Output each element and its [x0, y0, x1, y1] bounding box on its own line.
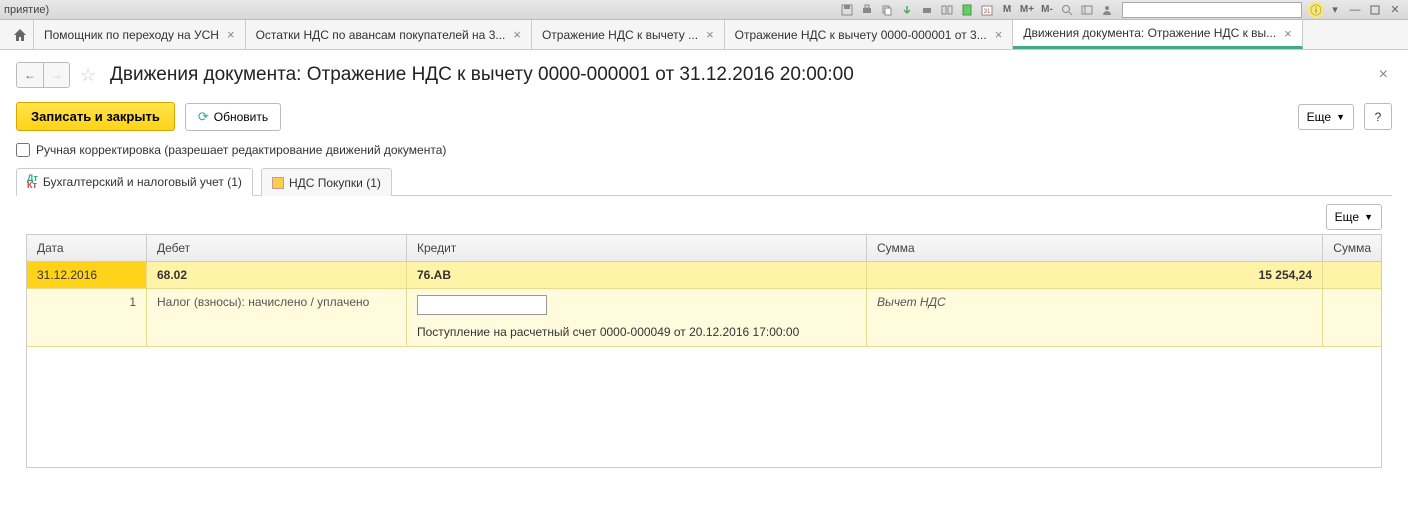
table-more-button[interactable]: Еще▼: [1326, 204, 1382, 230]
tab-usn[interactable]: Помощник по переходу на УСН×: [34, 20, 246, 49]
tab-nds-balances[interactable]: Остатки НДС по авансам покупателей на 3.…: [246, 20, 532, 49]
subtabs: ДтКт Бухгалтерский и налоговый учет (1) …: [16, 167, 1392, 196]
close-icon[interactable]: ×: [227, 27, 235, 42]
dtkt-icon: ДтКт: [27, 175, 38, 189]
more-button[interactable]: Еще▼: [1298, 104, 1354, 130]
cell-credit-desc: Поступление на расчетный счет 0000-00004…: [407, 289, 867, 346]
manual-edit-row: Ручная корректировка (разрешает редактир…: [16, 143, 1392, 157]
subtab-vat[interactable]: НДС Покупки (1): [261, 168, 392, 196]
chevron-down-icon: ▼: [1364, 212, 1373, 222]
cell-rownum: 1: [27, 289, 147, 346]
compare-icon[interactable]: [938, 2, 956, 18]
favorite-icon[interactable]: ☆: [80, 65, 100, 85]
close-icon[interactable]: ×: [1284, 26, 1292, 41]
minimize-icon[interactable]: —: [1346, 2, 1364, 18]
col-sum2[interactable]: Сумма: [1323, 235, 1381, 261]
col-credit[interactable]: Кредит: [407, 235, 867, 261]
save-icon[interactable]: [838, 2, 856, 18]
calc-icon[interactable]: [958, 2, 976, 18]
table-row[interactable]: 1 Налог (взносы): начислено / уплачено П…: [27, 289, 1381, 347]
page-close-button[interactable]: ×: [1379, 66, 1388, 84]
m-icon[interactable]: M: [998, 2, 1016, 18]
cell-date: 31.12.2016: [27, 262, 147, 288]
cell-debit-desc: Налог (взносы): начислено / уплачено: [147, 289, 407, 346]
tab-doc-movements[interactable]: Движения документа: Отражение НДС к вы..…: [1013, 20, 1302, 49]
document-icon: [272, 177, 284, 189]
cell-sum-desc: Вычет НДС: [867, 289, 1323, 346]
manual-edit-label: Ручная корректировка (разрешает редактир…: [36, 143, 446, 157]
tabbar: Помощник по переходу на УСН× Остатки НДС…: [0, 20, 1408, 50]
close-icon[interactable]: ×: [513, 27, 521, 42]
mplus-icon[interactable]: M+: [1018, 2, 1036, 18]
copy-icon[interactable]: [878, 2, 896, 18]
down-icon[interactable]: [898, 2, 916, 18]
content-area: ← → ☆ Движения документа: Отражение НДС …: [0, 50, 1408, 480]
header-row: ← → ☆ Движения документа: Отражение НДС …: [16, 62, 1392, 88]
col-sum[interactable]: Сумма: [867, 235, 1323, 261]
maximize-icon[interactable]: [1366, 2, 1384, 18]
manual-edit-checkbox[interactable]: [16, 143, 30, 157]
svg-text:31: 31: [984, 9, 991, 15]
subtab-accounting[interactable]: ДтКт Бухгалтерский и налоговый учет (1): [16, 168, 253, 196]
dropdown-icon[interactable]: ▾: [1326, 2, 1344, 18]
accounting-grid: Дата Дебет Кредит Сумма Сумма 31.12.2016…: [26, 234, 1382, 468]
print-icon[interactable]: [858, 2, 876, 18]
grid-empty-area: [27, 347, 1381, 467]
col-debit[interactable]: Дебет: [147, 235, 407, 261]
action-bar: Записать и закрыть ⟳Обновить Еще▼ ?: [16, 102, 1392, 131]
forward-button[interactable]: →: [43, 63, 69, 87]
panel-icon[interactable]: [1078, 2, 1096, 18]
cell-credit: 76.АВ: [407, 262, 867, 288]
close-icon[interactable]: ×: [995, 27, 1003, 42]
cell-sum2: [1323, 289, 1381, 346]
refresh-button[interactable]: ⟳Обновить: [185, 103, 281, 131]
tab-nds-deduct-doc[interactable]: Отражение НДС к вычету 0000-000001 от 3.…: [725, 20, 1014, 49]
save-close-button[interactable]: Записать и закрыть: [16, 102, 175, 131]
table-row[interactable]: 31.12.2016 68.02 76.АВ 15 254,24: [27, 262, 1381, 289]
tab-nds-deduct[interactable]: Отражение НДС к вычету ...×: [532, 20, 725, 49]
mminus-icon[interactable]: M-: [1038, 2, 1056, 18]
titlebar-search[interactable]: [1122, 2, 1302, 18]
chevron-down-icon: ▼: [1336, 112, 1345, 122]
col-date[interactable]: Дата: [27, 235, 147, 261]
table-tools: Еще▼: [16, 204, 1392, 230]
home-tab[interactable]: [6, 20, 34, 49]
info-icon[interactable]: ⓘ: [1308, 2, 1324, 18]
titlebar-icons: 31 M M+ M- ⓘ ▾ — ✕: [838, 2, 1404, 18]
page-title: Движения документа: Отражение НДС к выче…: [110, 64, 1369, 86]
nav-buttons: ← →: [16, 62, 70, 88]
credit-edit-field[interactable]: [417, 295, 547, 315]
cell-sum: 15 254,24: [867, 262, 1323, 288]
grid-header: Дата Дебет Кредит Сумма Сумма: [27, 235, 1381, 262]
cell-sum2: [1323, 262, 1381, 288]
back-button[interactable]: ←: [17, 63, 43, 87]
print2-icon[interactable]: [918, 2, 936, 18]
user-icon[interactable]: [1098, 2, 1116, 18]
refresh-icon: ⟳: [198, 109, 209, 125]
window-title: приятие): [4, 4, 838, 16]
zoom-icon[interactable]: [1058, 2, 1076, 18]
help-button[interactable]: ?: [1364, 103, 1392, 130]
titlebar: приятие) 31 M M+ M- ⓘ ▾ — ✕: [0, 0, 1408, 20]
close-icon[interactable]: ×: [706, 27, 714, 42]
close-icon[interactable]: ✕: [1386, 2, 1404, 18]
calendar-icon[interactable]: 31: [978, 2, 996, 18]
cell-debit: 68.02: [147, 262, 407, 288]
